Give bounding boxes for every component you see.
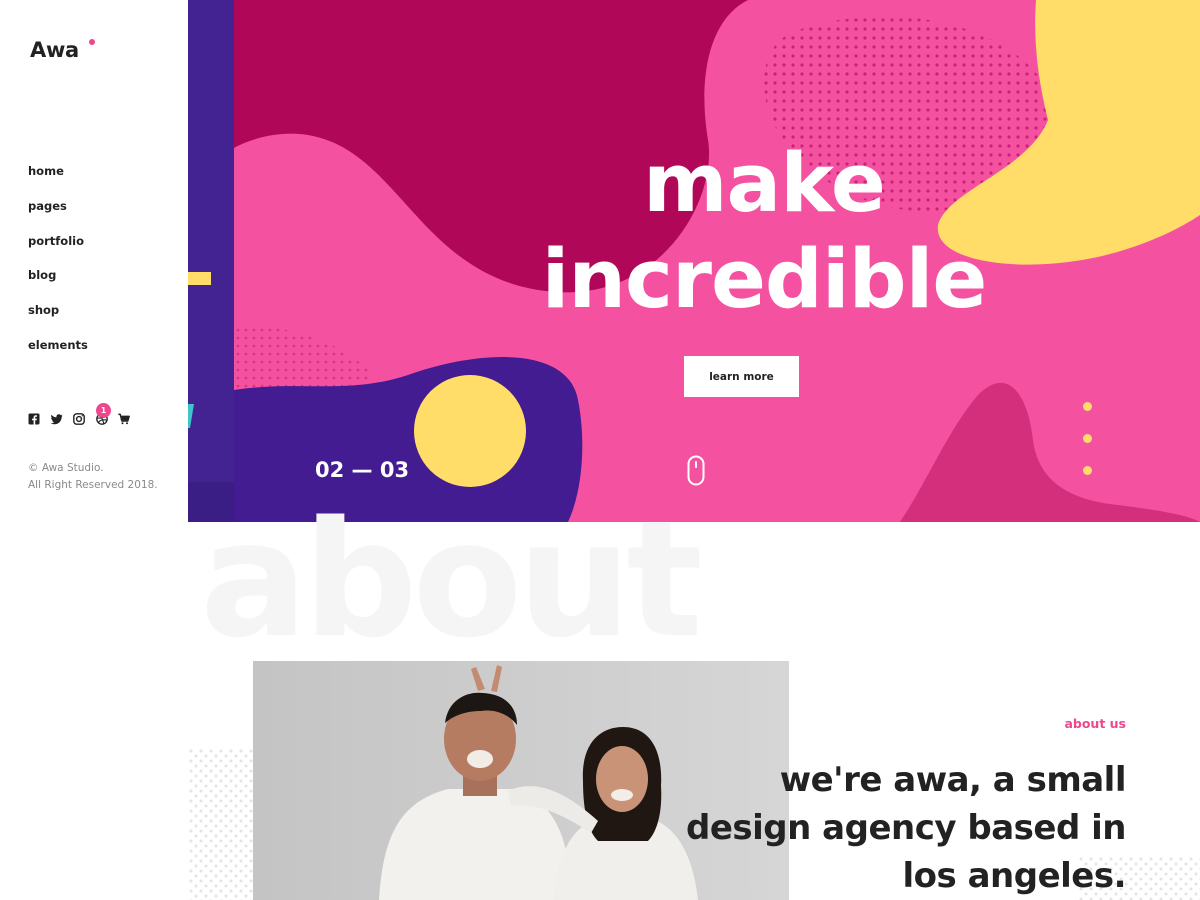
slide-dot-1[interactable] [1083, 402, 1092, 411]
main-nav: home pages portfolio blog shop elements [28, 164, 88, 373]
hero-title-line-2: incredible [541, 233, 988, 327]
about-watermark: about [200, 486, 703, 673]
facebook-icon[interactable] [28, 413, 40, 425]
about-heading-line-1: we're awa, a small [779, 760, 1127, 800]
copyright: © Awa Studio. All Right Reserved 2018. [28, 460, 158, 494]
copyright-line-1: © Awa Studio. [28, 462, 104, 474]
nav-item-shop[interactable]: shop [28, 303, 88, 338]
logo[interactable]: Awa [30, 38, 79, 62]
about-heading: we're awa, a small design agency based i… [626, 756, 1126, 900]
scroll-mouse-icon[interactable] [687, 455, 705, 487]
nav-item-pages[interactable]: pages [28, 199, 88, 234]
hero-slider: make incredible learn more 02 — 03 [188, 0, 1200, 522]
about-heading-line-2: design agency based in [686, 808, 1126, 848]
hero-title: make incredible [504, 136, 1024, 328]
about-heading-line-3: los angeles. [902, 856, 1127, 896]
cart-count-badge: 1 [96, 403, 111, 418]
nav-item-elements[interactable]: elements [28, 338, 88, 373]
slide-dot-3[interactable] [1083, 466, 1092, 475]
social-links [28, 413, 141, 425]
dot-pattern-left [188, 748, 254, 900]
nav-item-blog[interactable]: blog [28, 268, 88, 303]
slide-counter: 02 — 03 [315, 458, 410, 482]
copyright-line-2: All Right Reserved 2018. [28, 479, 158, 491]
about-us-label: about us [1064, 716, 1126, 731]
nav-item-portfolio[interactable]: portfolio [28, 234, 88, 269]
instagram-icon[interactable] [73, 413, 85, 425]
hero-title-line-1: make [643, 137, 886, 231]
cart-icon[interactable] [118, 413, 130, 425]
slide-dots [1083, 402, 1092, 498]
learn-more-button[interactable]: learn more [684, 356, 799, 397]
twitter-icon[interactable] [50, 413, 63, 425]
logo-dot [89, 39, 95, 45]
sidebar: Awa home pages portfolio blog shop eleme… [0, 0, 188, 900]
nav-item-home[interactable]: home [28, 164, 88, 199]
slide-dot-2[interactable] [1083, 434, 1092, 443]
